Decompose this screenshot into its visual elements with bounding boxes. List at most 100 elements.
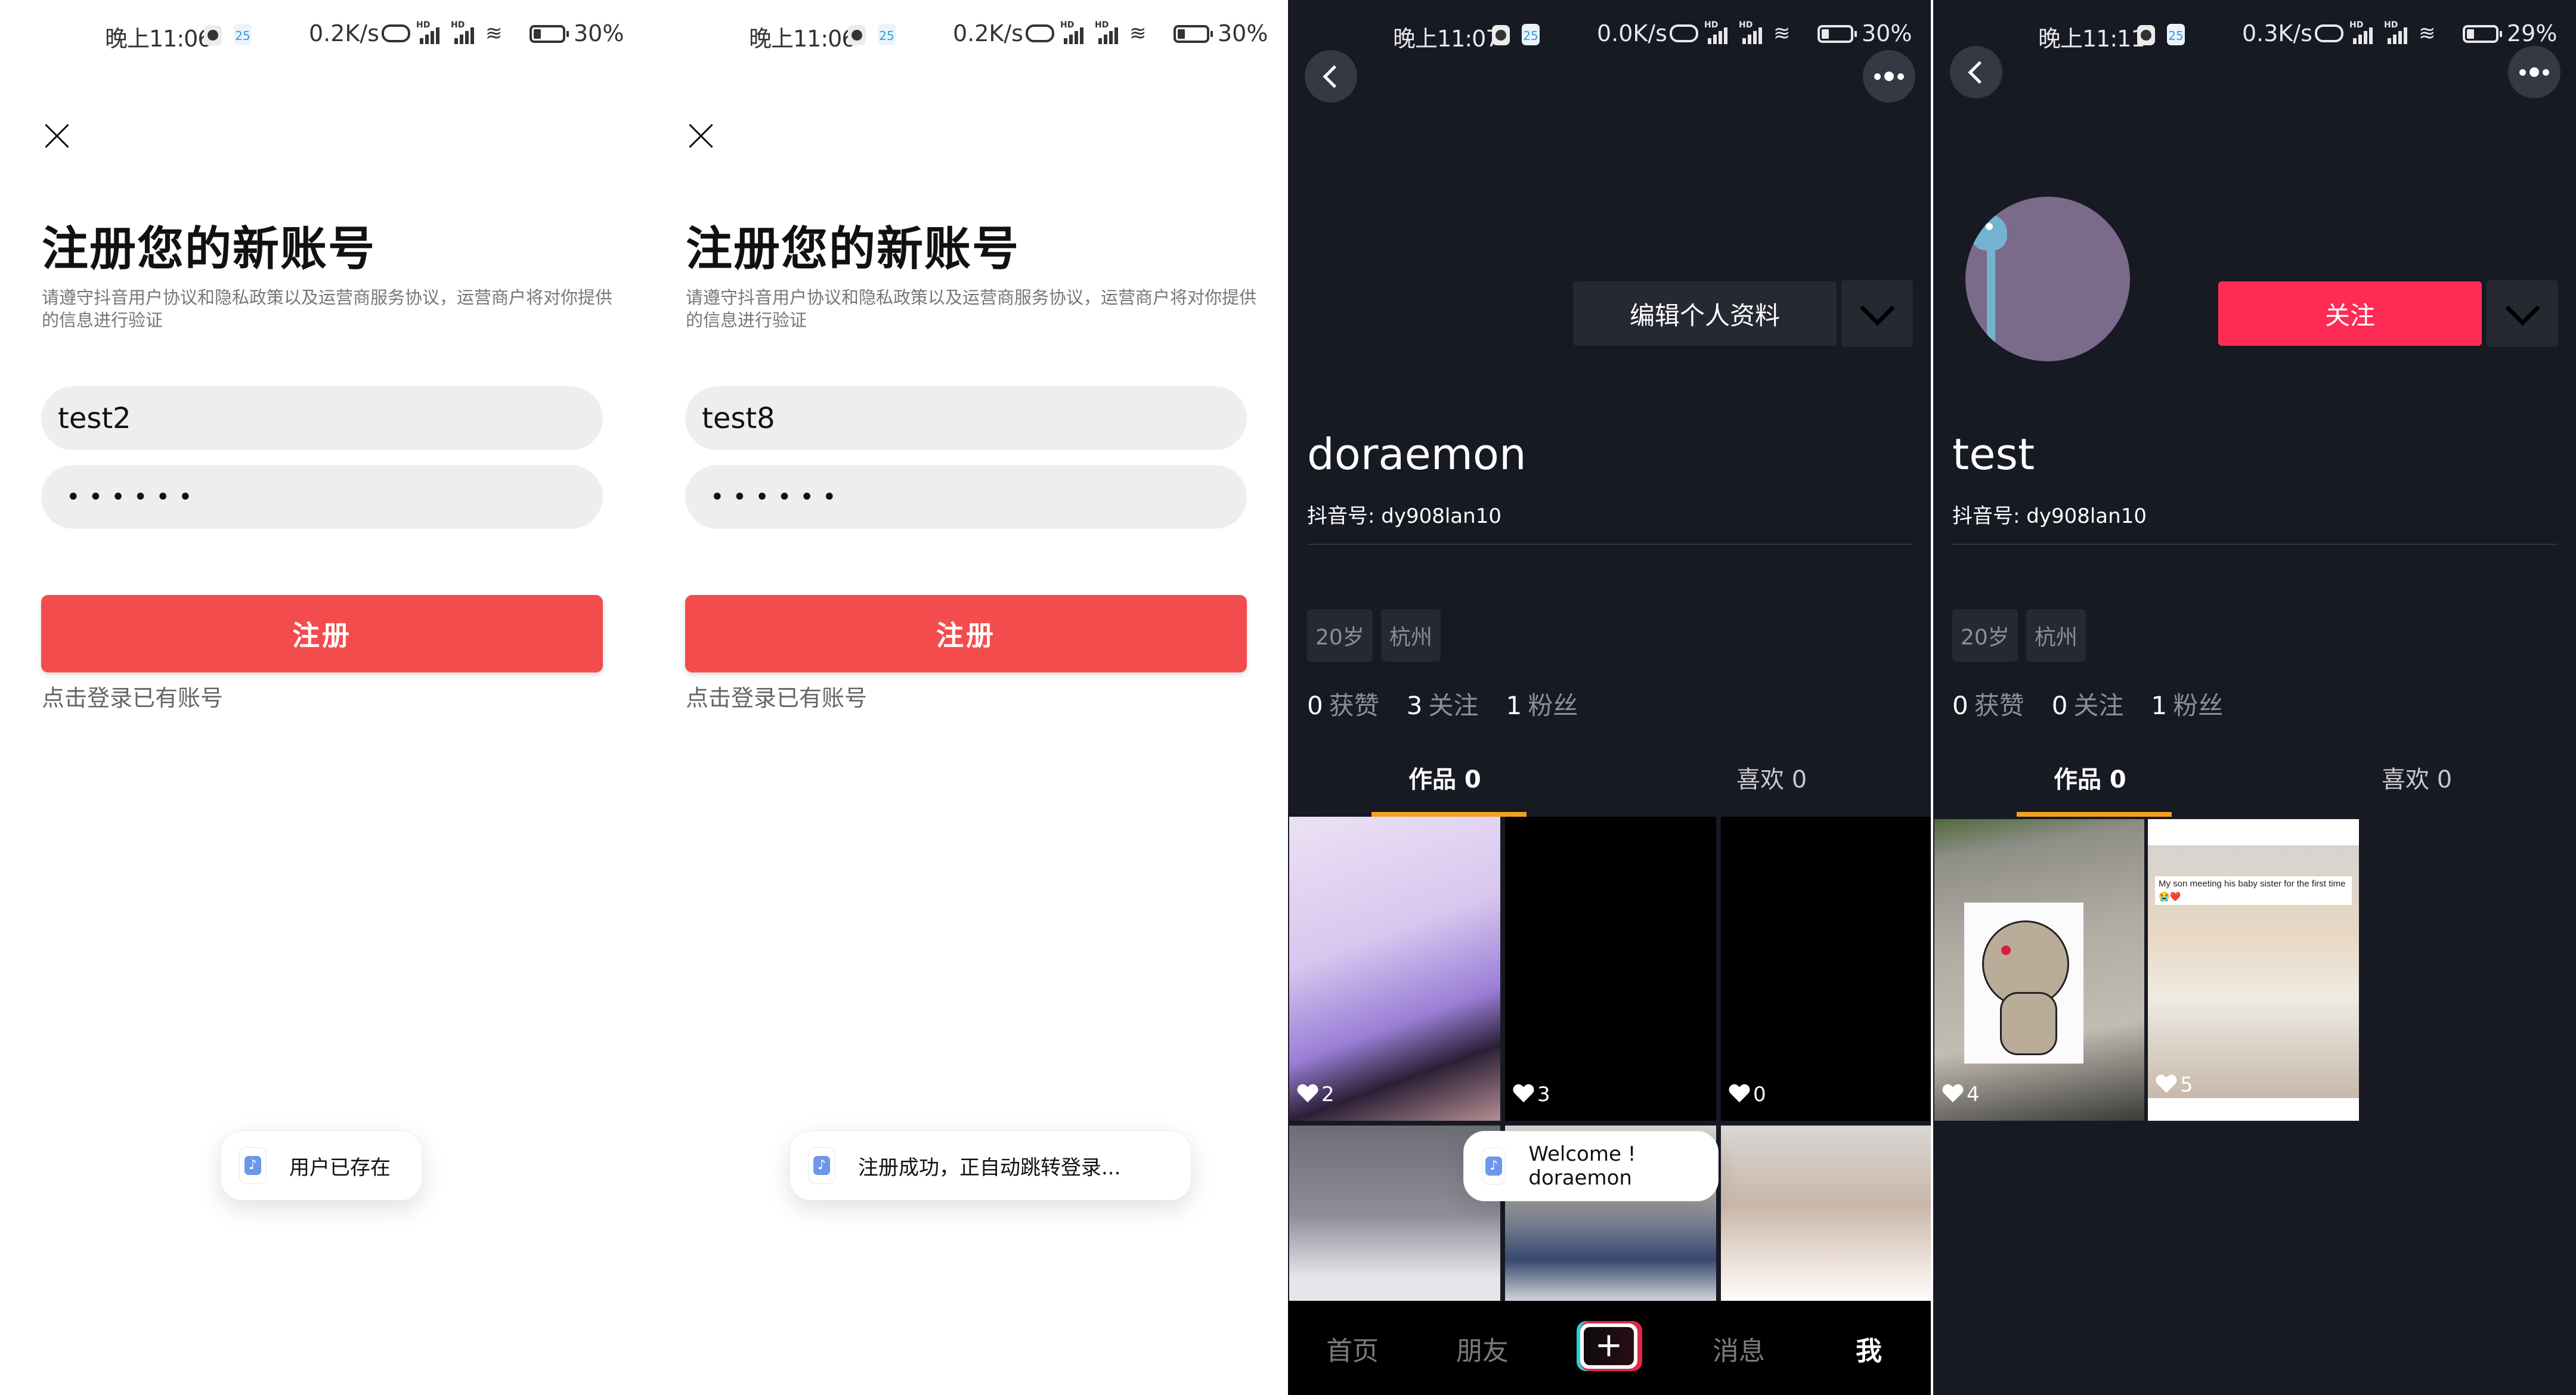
like-count-value: 4	[1967, 1083, 1980, 1106]
more-dots-icon	[2519, 67, 2549, 77]
nav-me[interactable]: 我	[1856, 1329, 1882, 1368]
nav-friends[interactable]: 朋友	[1456, 1329, 1509, 1368]
expand-button[interactable]	[1841, 280, 1913, 347]
divider	[1952, 544, 2558, 545]
video-thumbnail[interactable]: 3	[1505, 817, 1716, 1121]
like-count-value: 0	[1753, 1083, 1766, 1106]
battery-icon	[2463, 25, 2502, 43]
signal-2-icon: HD	[1095, 20, 1123, 44]
stat-following[interactable]: 3 关注	[1407, 686, 1479, 722]
drawing-body	[2000, 992, 2057, 1055]
agreement-notice: 请遵守抖音用户协议和隐私政策以及运营商服务协议，运营商户将对你提供的信息进行验证	[42, 287, 613, 330]
battery-icon	[530, 25, 569, 43]
login-link[interactable]: 点击登录已有账号	[42, 680, 223, 712]
like-count: 5	[2156, 1073, 2193, 1097]
chevron-down-icon	[2505, 291, 2540, 326]
status-bar: 晚上11:06 25 0.2K/s HD HD ≋ 30%	[644, 18, 1288, 54]
password-input[interactable]: ••••••	[41, 465, 603, 529]
expand-button[interactable]	[2487, 280, 2558, 347]
signal-1-icon: HD	[416, 20, 445, 44]
battery-percent: 29%	[2507, 20, 2558, 46]
calendar-icon: 25	[234, 24, 252, 45]
toast-message: Welcome ! doraemon	[1528, 1142, 1636, 1190]
status-icons: HD HD ≋	[382, 20, 509, 45]
more-button[interactable]	[1863, 50, 1915, 103]
close-icon[interactable]	[687, 122, 714, 150]
battery-percent: 30%	[574, 20, 624, 46]
like-count: 2	[1298, 1083, 1335, 1106]
status-icons: HD HD ≋	[1026, 20, 1153, 44]
follow-button[interactable]: 关注	[2218, 281, 2482, 346]
profile-tags: 20岁 杭州	[1952, 609, 2086, 662]
status-time: 晚上11:06	[105, 26, 212, 52]
avatar-figure-eye	[1986, 223, 1993, 230]
profile-name: test	[1952, 429, 2035, 479]
heart-icon	[2156, 1075, 2176, 1095]
vpn-link-icon	[1670, 24, 1698, 42]
nav-messages[interactable]: 消息	[1713, 1329, 1765, 1368]
chevron-down-icon	[1860, 291, 1894, 326]
toast: ♪ 用户已存在	[221, 1130, 422, 1201]
tab-works[interactable]: 作品 0	[1408, 760, 1481, 795]
register-screen-1: 晚上11:06 25 0.2K/s HD HD ≋ 30% 注册您的新账号 请遵…	[0, 0, 644, 1395]
tab-likes[interactable]: 喜欢 0	[2382, 760, 2452, 795]
stat-label: 获赞	[1329, 691, 1379, 720]
video-thumbnail[interactable]	[1721, 1126, 1932, 1304]
status-icons: HD HD ≋	[1670, 20, 1797, 44]
login-link[interactable]: 点击登录已有账号	[686, 680, 867, 712]
status-bar: 晚上11:11 25 0.3K/s HD HD ≋ 29%	[1933, 18, 2576, 54]
toast-message: 注册成功，正自动跳转登录...	[858, 1155, 1121, 1180]
vpn-link-icon	[1026, 24, 1054, 42]
stat-value: 1	[2151, 691, 2168, 720]
stat-value: 3	[1406, 691, 1423, 720]
password-input[interactable]: ••••••	[685, 465, 1247, 529]
signal-2-icon: HD	[1739, 20, 1767, 44]
register-button[interactable]: 注册	[41, 595, 603, 672]
close-icon[interactable]	[43, 122, 70, 150]
clock-app-icon	[1492, 25, 1510, 45]
more-button[interactable]	[2508, 46, 2560, 98]
video-thumbnail[interactable]: My son meeting his baby sister for the f…	[2148, 819, 2359, 1121]
battery-percent: 30%	[1218, 20, 1268, 46]
nav-home[interactable]: 首页	[1326, 1329, 1379, 1368]
battery-icon	[1174, 25, 1213, 43]
heart-icon	[1298, 1084, 1318, 1105]
signal-2-icon: HD	[451, 20, 479, 44]
video-thumbnail[interactable]: 2	[1289, 817, 1500, 1121]
wifi-icon: ≋	[485, 21, 503, 45]
username-input[interactable]: test2	[41, 386, 603, 450]
network-speed: 0.2K/s	[309, 20, 379, 46]
create-post-button[interactable]: +	[1577, 1321, 1642, 1371]
username-input[interactable]: test8	[685, 386, 1247, 450]
register-button[interactable]: 注册	[685, 595, 1247, 672]
stat-followers[interactable]: 1 粉丝	[1506, 686, 1578, 722]
battery-icon	[1818, 25, 1857, 43]
status-time: 晚上11:07	[1393, 26, 1500, 52]
tab-likes[interactable]: 喜欢 0	[1736, 760, 1807, 795]
video-thumbnail[interactable]: 4	[1934, 819, 2144, 1121]
signal-2-icon: HD	[2384, 20, 2413, 44]
stat-label: 粉丝	[2173, 691, 2224, 720]
stat-likes[interactable]: 0 获赞	[1952, 686, 2024, 722]
avatar[interactable]	[1965, 197, 2130, 361]
tag-city: 杭州	[2026, 609, 2086, 662]
stat-followers[interactable]: 1 粉丝	[2151, 686, 2224, 722]
like-count: 0	[1729, 1083, 1766, 1106]
heart-icon	[1513, 1084, 1534, 1105]
status-bar: 晚上11:07 25 0.0K/s HD HD ≋ 30%	[1288, 18, 1932, 54]
video-thumbnail[interactable]: 0	[1721, 817, 1932, 1121]
edit-profile-button[interactable]: 编辑个人资料	[1573, 281, 1837, 346]
stat-label: 关注	[2073, 691, 2124, 720]
profile-stats: 0 获赞 3 关注 1 粉丝	[1307, 686, 1578, 722]
app-music-icon: ♪	[808, 1147, 835, 1184]
stat-likes[interactable]: 0 获赞	[1307, 686, 1379, 722]
back-button[interactable]	[1305, 50, 1357, 103]
avatar-figure-head	[1971, 215, 2007, 250]
back-button[interactable]	[1950, 46, 2002, 98]
chevron-left-icon	[1967, 60, 1991, 84]
stat-following[interactable]: 0 关注	[2052, 686, 2124, 722]
network-speed: 0.3K/s	[2242, 20, 2312, 46]
tab-works[interactable]: 作品 0	[2054, 760, 2126, 795]
heart-icon	[1943, 1084, 1963, 1105]
clock-app-icon	[848, 25, 866, 45]
